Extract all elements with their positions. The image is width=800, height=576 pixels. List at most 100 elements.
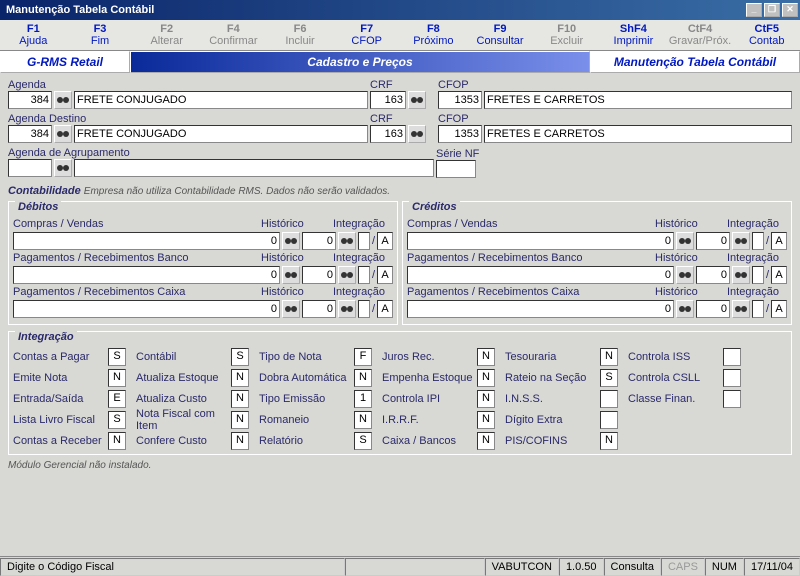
agenda-destino-code[interactable] <box>8 125 52 143</box>
credito-sep1-field[interactable] <box>752 232 764 250</box>
integr-value[interactable]: N <box>231 369 249 387</box>
integr-value[interactable]: N <box>600 348 618 366</box>
integr-value[interactable]: N <box>477 432 495 450</box>
binoculars-icon[interactable] <box>676 266 694 284</box>
fkey-f1[interactable]: F1Ajuda <box>0 20 67 50</box>
cfop-desc[interactable] <box>484 91 792 109</box>
debito-sep1-field[interactable] <box>358 232 370 250</box>
cfop-destino-desc[interactable] <box>484 125 792 143</box>
serie-nf-field[interactable] <box>436 160 476 178</box>
debito-account-field[interactable] <box>13 266 280 284</box>
debito-sep1-field[interactable] <box>358 266 370 284</box>
agenda-destino-desc[interactable] <box>74 125 368 143</box>
integr-value[interactable]: S <box>600 369 618 387</box>
integr-value[interactable]: N <box>108 369 126 387</box>
integr-value[interactable] <box>723 369 741 387</box>
integr-value[interactable]: N <box>231 411 249 429</box>
debito-account-field[interactable] <box>13 232 280 250</box>
integr-value[interactable]: S <box>108 348 126 366</box>
debito-historico-field[interactable] <box>302 232 336 250</box>
fkey-f9[interactable]: F9Consultar <box>467 20 534 50</box>
integr-value[interactable] <box>723 390 741 408</box>
fkey-f8[interactable]: F8Próximo <box>400 20 467 50</box>
crf-destino-field[interactable] <box>370 125 406 143</box>
binoculars-icon[interactable] <box>676 232 694 250</box>
cfop-destino-field[interactable] <box>438 125 482 143</box>
credito-historico-field[interactable] <box>696 232 730 250</box>
debito-sep1-field[interactable] <box>358 300 370 318</box>
binoculars-icon[interactable] <box>338 266 356 284</box>
debito-integracao-field[interactable] <box>377 266 393 284</box>
integr-value[interactable]: S <box>231 348 249 366</box>
binoculars-icon[interactable] <box>676 300 694 318</box>
credito-account-field[interactable] <box>407 300 674 318</box>
debito-historico-field[interactable] <box>302 300 336 318</box>
credito-account-field[interactable] <box>407 266 674 284</box>
function-key-bar: F1AjudaF3FimF2AlterarF4ConfirmarF6Inclui… <box>0 20 800 51</box>
integr-value[interactable]: N <box>477 369 495 387</box>
integr-value[interactable] <box>600 390 618 408</box>
binoculars-icon[interactable] <box>338 300 356 318</box>
integr-value[interactable]: F <box>354 348 372 366</box>
status-program: VABUTCON <box>485 558 559 576</box>
binoculars-icon[interactable] <box>282 266 300 284</box>
binoculars-icon[interactable] <box>408 125 426 143</box>
integr-value[interactable]: N <box>354 411 372 429</box>
fkey-f7[interactable]: F7CFOP <box>333 20 400 50</box>
credito-account-field[interactable] <box>407 232 674 250</box>
binoculars-icon[interactable] <box>282 232 300 250</box>
cfop-field[interactable] <box>438 91 482 109</box>
binoculars-icon[interactable] <box>732 232 750 250</box>
maximize-button[interactable]: ❐ <box>764 3 780 17</box>
fkey-shf4[interactable]: ShF4Imprimir <box>600 20 667 50</box>
debito-integracao-field[interactable] <box>377 232 393 250</box>
integr-label: Tipo Emissão <box>259 390 354 408</box>
integr-label: Empenha Estoque <box>382 369 477 387</box>
integr-value[interactable]: N <box>108 432 126 450</box>
crf-field[interactable] <box>370 91 406 109</box>
minimize-button[interactable]: _ <box>746 3 762 17</box>
binoculars-icon[interactable] <box>732 266 750 284</box>
credito-historico-field[interactable] <box>696 266 730 284</box>
credito-sep1-field[interactable] <box>752 300 764 318</box>
close-button[interactable]: ✕ <box>782 3 798 17</box>
credito-integracao-field[interactable] <box>771 300 787 318</box>
integr-value[interactable]: N <box>477 390 495 408</box>
binoculars-icon[interactable] <box>408 91 426 109</box>
debito-integracao-field[interactable] <box>377 300 393 318</box>
agenda-desc[interactable] <box>74 91 368 109</box>
fkey-f3[interactable]: F3Fim <box>67 20 134 50</box>
integr-value[interactable] <box>600 411 618 429</box>
integr-value[interactable]: N <box>600 432 618 450</box>
debito-account-field[interactable] <box>13 300 280 318</box>
agrup-desc[interactable] <box>74 159 434 177</box>
binoculars-icon[interactable] <box>54 125 72 143</box>
credito-sep1-field[interactable] <box>752 266 764 284</box>
integr-value[interactable]: N <box>231 432 249 450</box>
integr-value[interactable]: E <box>108 390 126 408</box>
agrup-code[interactable] <box>8 159 52 177</box>
binoculars-icon[interactable] <box>54 159 72 177</box>
integr-value[interactable]: N <box>477 348 495 366</box>
integr-value[interactable]: N <box>354 369 372 387</box>
integr-value[interactable] <box>723 348 741 366</box>
integr-value[interactable]: 1 <box>354 390 372 408</box>
integr-label: Romaneio <box>259 411 354 429</box>
integr-value[interactable]: N <box>477 411 495 429</box>
binoculars-icon[interactable] <box>732 300 750 318</box>
fkey-ctf5[interactable]: CtF5Contab <box>733 20 800 50</box>
credito-row-label: Compras / Vendas <box>407 218 653 230</box>
debito-historico-field[interactable] <box>302 266 336 284</box>
binoculars-icon[interactable] <box>282 300 300 318</box>
credito-integracao-field[interactable] <box>771 266 787 284</box>
binoculars-icon[interactable] <box>338 232 356 250</box>
credito-integracao-field[interactable] <box>771 232 787 250</box>
integr-value[interactable]: S <box>354 432 372 450</box>
agenda-code[interactable] <box>8 91 52 109</box>
credito-historico-field[interactable] <box>696 300 730 318</box>
integr-label: Dobra Automática <box>259 369 354 387</box>
integr-value[interactable]: S <box>108 411 126 429</box>
integr-value[interactable]: N <box>231 390 249 408</box>
binoculars-icon[interactable] <box>54 91 72 109</box>
status-caps: CAPS <box>661 558 705 576</box>
